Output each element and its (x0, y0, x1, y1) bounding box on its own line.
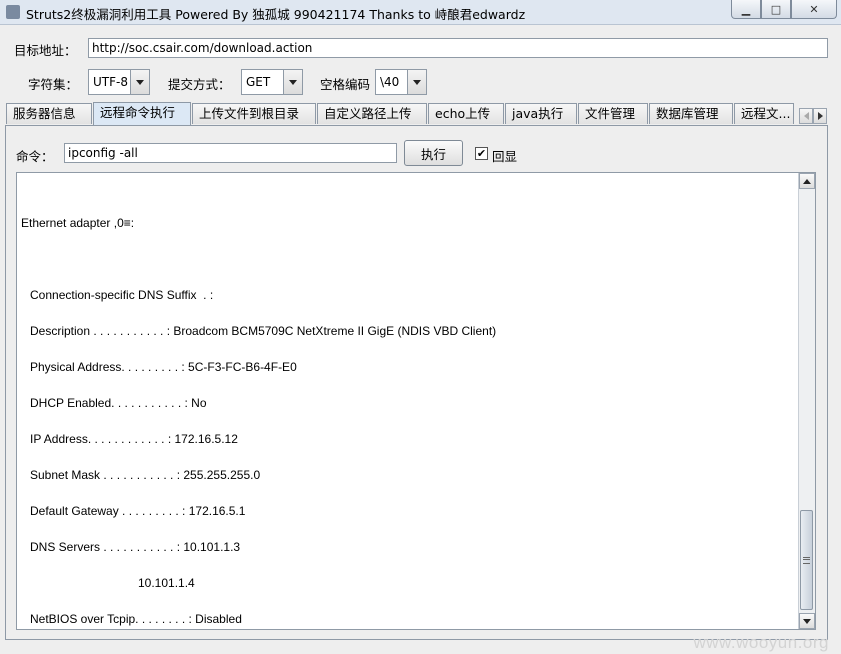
command-input[interactable]: ipconfig -all (64, 143, 397, 163)
charset-value: UTF-8 (93, 75, 128, 89)
window-title: Struts2终极漏洞利用工具 Powered By 独孤城 990421174… (26, 7, 526, 22)
grip-icon (803, 556, 810, 564)
echo-label: 回显 (492, 149, 518, 164)
method-value: GET (246, 75, 271, 89)
tab-echo-upload[interactable]: echo上传 (428, 103, 504, 124)
tab-database-manager[interactable]: 数据库管理 (649, 103, 733, 124)
watermark: www.wooyun.org (693, 633, 829, 652)
tab-scroll-left-button[interactable] (799, 108, 813, 124)
space-encoding-value: \40 (380, 75, 400, 89)
output-line: Physical Address. . . . . . . . . : 5C-F… (30, 360, 297, 374)
space-encoding-label: 空格编码 (320, 77, 371, 92)
tab-custom-upload[interactable]: 自定义路径上传 (317, 103, 427, 124)
echo-checkbox[interactable]: ✔ (475, 147, 488, 160)
command-output-area[interactable]: Ethernet adapter ,0≡: Connection-specifi… (16, 172, 816, 630)
tab-remote-file[interactable]: 远程文... (734, 103, 794, 124)
charset-label: 字符集： (28, 77, 79, 92)
maximize-button[interactable]: □ (761, 0, 791, 19)
output-line: IP Address. . . . . . . . . . . . : 172.… (30, 432, 238, 446)
output-line: DNS Servers . . . . . . . . . . . : 10.1… (30, 540, 241, 554)
scroll-up-button[interactable] (799, 173, 815, 189)
scroll-thumb[interactable] (800, 510, 813, 610)
tab-bar: 服务器信息 远程命令执行 上传文件到根目录 自定义路径上传 echo上传 jav… (6, 102, 795, 125)
output-line: Ethernet adapter ,0≡: (21, 216, 135, 230)
chevron-down-icon[interactable] (407, 70, 426, 94)
output-line: Default Gateway . . . . . . . . . : 172.… (30, 504, 246, 518)
target-url-input[interactable]: http://soc.csair.com/download.action (88, 38, 828, 58)
output-line: DHCP Enabled. . . . . . . . . . . : No (30, 396, 207, 410)
tab-scroll-right-button[interactable] (813, 108, 827, 124)
close-icon: ✕ (809, 2, 819, 16)
maximize-icon: □ (770, 2, 782, 16)
chevron-down-icon (803, 618, 811, 624)
output-line: Subnet Mask . . . . . . . . . . . : 255.… (30, 468, 261, 482)
execute-button[interactable]: 执行 (404, 140, 463, 166)
command-label: 命令： (16, 149, 54, 164)
space-encoding-select[interactable]: \40 (375, 69, 427, 95)
chevron-up-icon (803, 178, 811, 184)
tab-server-info[interactable]: 服务器信息 (6, 103, 92, 124)
target-url-label: 目标地址： (14, 43, 77, 58)
chevron-down-icon[interactable] (130, 70, 149, 94)
close-button[interactable]: ✕ (791, 0, 837, 19)
method-label: 提交方式： (168, 77, 231, 92)
output-line: Description . . . . . . . . . . . : Broa… (30, 324, 497, 338)
scroll-down-button[interactable] (799, 613, 815, 629)
tab-upload-root[interactable]: 上传文件到根目录 (192, 103, 316, 124)
tab-remote-command[interactable]: 远程命令执行 (93, 102, 191, 125)
charset-select[interactable]: UTF-8 (88, 69, 150, 95)
method-select[interactable]: GET (241, 69, 303, 95)
minimize-button[interactable]: ▁ (731, 0, 761, 19)
output-line: Connection-specific DNS Suffix . : (30, 288, 214, 302)
chevron-down-icon[interactable] (283, 70, 302, 94)
checkmark-icon: ✔ (476, 147, 487, 160)
output-line: NetBIOS over Tcpip. . . . . . . . : Disa… (30, 612, 242, 626)
window-controls: ▁ □ ✕ (731, 0, 837, 19)
chevron-left-icon (803, 112, 809, 120)
tab-file-manager[interactable]: 文件管理 (578, 103, 648, 124)
java-app-icon (6, 5, 20, 19)
title-bar: Struts2终极漏洞利用工具 Powered By 独孤城 990421174… (0, 0, 841, 25)
chevron-right-icon (817, 112, 823, 120)
output-scrollbar[interactable] (798, 173, 815, 629)
output-line: 10.101.1.4 (138, 576, 195, 590)
minimize-icon: ▁ (741, 2, 751, 16)
tab-java-exec[interactable]: java执行 (505, 103, 577, 124)
